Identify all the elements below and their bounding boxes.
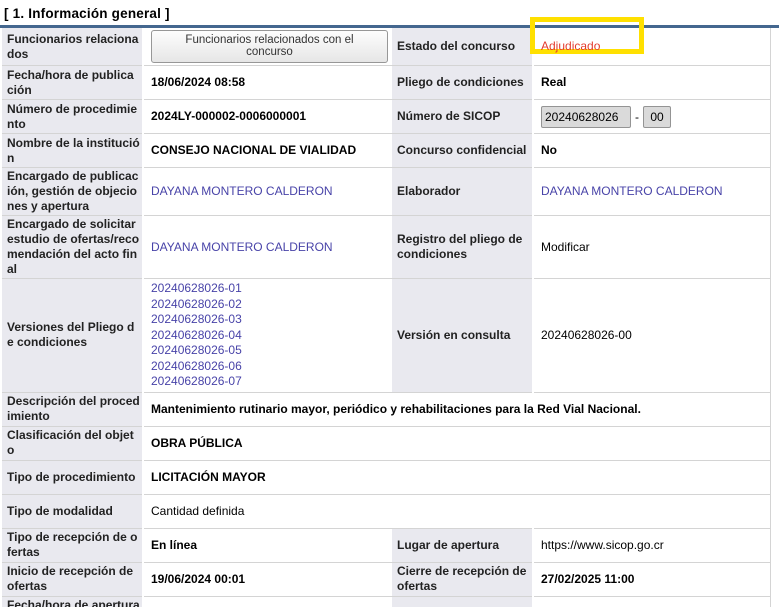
version-link[interactable]: 20240628026-02 xyxy=(151,297,388,313)
sicop-number-separator: - xyxy=(635,109,639,124)
sicop-version-input xyxy=(643,105,671,128)
field-label: Pliego de condiciones xyxy=(392,65,534,100)
field-value: 18/06/2024 08:58 xyxy=(143,65,392,100)
field-label: Funcionarios relacionados xyxy=(2,28,144,66)
table-row: Funcionarios relacionados Funcionarios re… xyxy=(2,17,771,66)
field-label: Encargado de publicación, gestión de obj… xyxy=(2,167,144,216)
info-table: Funcionarios relacionados Funcionarios re… xyxy=(2,17,771,607)
field-label: Lugar de apertura xyxy=(392,528,534,563)
field-label: Plazo del acto final xyxy=(392,596,534,607)
field-label: Tipo de procedimiento xyxy=(2,460,144,495)
field-value: OBRA PÚBLICA xyxy=(143,426,771,461)
estado-concurso-value: Adjudicado xyxy=(541,39,601,53)
version-link[interactable]: 20240628026-03 xyxy=(151,312,388,328)
field-value: 27/02/2025 11:00 xyxy=(533,562,771,597)
version-link[interactable]: 20240628026-01 xyxy=(151,281,388,297)
table-row: Tipo de modalidad Cantidad definida xyxy=(2,494,771,529)
field-label: Versión en consulta xyxy=(392,278,534,393)
table-row: Nombre de la institución CONSEJO NACIONAL… xyxy=(2,133,771,168)
version-link[interactable]: 20240628026-05 xyxy=(151,343,388,359)
field-value: No xyxy=(533,133,771,168)
field-label: Nombre de la institución xyxy=(2,133,144,168)
field-value: 20240628026-00 xyxy=(533,278,771,393)
field-label: Inicio de recepción de ofertas xyxy=(2,562,144,597)
field-label: Encargado de solicitar estudio de oferta… xyxy=(2,215,144,279)
table-row: Clasificación del objeto OBRA PÚBLICA xyxy=(2,426,771,461)
field-label: Fecha/hora de publicación xyxy=(2,65,144,100)
field-value: LICITACIÓN MAYOR xyxy=(143,460,771,495)
table-row: Versiones del Pliego de condiciones 20240… xyxy=(2,278,771,393)
funcionarios-relacionados-button[interactable]: Funcionarios relacionados con el concurs… xyxy=(151,30,388,63)
field-value: 19/06/2024 00:01 xyxy=(143,562,392,597)
field-label: Registro del pliego de condiciones xyxy=(392,215,534,279)
table-row: Fecha/hora de apertura de ofertas27/02/2… xyxy=(2,596,771,607)
informacion-general-panel: [ 1. Información general ] Funcionarios … xyxy=(0,0,779,607)
table-row: Número de procedimiento 2024LY-000002-000… xyxy=(2,99,771,134)
field-label: Número de procedimiento xyxy=(2,99,144,134)
user-link[interactable]: DAYANA MONTERO CALDERON xyxy=(151,240,333,254)
field-label: Estado del concurso xyxy=(392,28,534,66)
field-value: CONSEJO NACIONAL DE VIALIDAD xyxy=(143,133,392,168)
table-row: Inicio de recepción de ofertas 19/06/2024… xyxy=(2,562,771,597)
field-value: 2024LY-000002-0006000001 xyxy=(143,99,392,134)
version-link[interactable]: 20240628026-07 xyxy=(151,374,388,390)
field-value: En línea xyxy=(143,528,392,563)
field-label: Cierre de recepción de ofertas xyxy=(392,562,534,597)
table-row: Tipo de recepción de ofertas En línea Luga… xyxy=(2,528,771,563)
field-label: Descripción del procedimiento xyxy=(2,392,144,427)
field-label: Número de SICOP xyxy=(392,99,534,134)
field-value: Real xyxy=(533,65,771,100)
user-link[interactable]: DAYANA MONTERO CALDERON xyxy=(151,184,333,198)
field-value: Cantidad definida xyxy=(143,494,771,529)
field-label: Tipo de modalidad xyxy=(2,494,144,529)
table-row: Fecha/hora de publicación 18/06/2024 08:5… xyxy=(2,65,771,100)
field-value: Mantenimiento rutinario mayor, periódico… xyxy=(143,392,771,427)
field-label: Elaborador xyxy=(392,167,534,216)
sicop-number-input xyxy=(541,105,631,128)
field-label: Clasificación del objeto xyxy=(2,426,144,461)
version-link[interactable]: 20240628026-06 xyxy=(151,359,388,375)
field-label: Versiones del Pliego de condiciones xyxy=(2,278,144,393)
field-value: https://www.sicop.go.cr xyxy=(533,528,771,563)
version-links-list: 20240628026-01 20240628026-02 20240628026-… xyxy=(151,281,388,390)
field-label: Fecha/hora de apertura de ofertas xyxy=(2,596,144,607)
table-row: Tipo de procedimiento LICITACIÓN MAYOR xyxy=(2,460,771,495)
section-title: [ 1. Información general ] xyxy=(4,6,170,21)
info-table-body: Funcionarios relacionados Funcionarios re… xyxy=(2,17,771,607)
user-link[interactable]: DAYANA MONTERO CALDERON xyxy=(541,184,723,198)
table-row: Encargado de solicitar estudio de oferta… xyxy=(2,215,771,279)
version-link[interactable]: 20240628026-04 xyxy=(151,328,388,344)
field-label: Concurso confidencial xyxy=(392,133,534,168)
field-label: Tipo de recepción de ofertas xyxy=(2,528,144,563)
table-row: Descripción del procedimiento Mantenimien… xyxy=(2,392,771,427)
field-value: Modificar xyxy=(533,215,771,279)
table-row: Encargado de publicación, gestión de obj… xyxy=(2,167,771,216)
field-value: 50 Días hábiles xyxy=(533,596,771,607)
field-value: 27/02/2025 11:00 xyxy=(143,596,392,607)
